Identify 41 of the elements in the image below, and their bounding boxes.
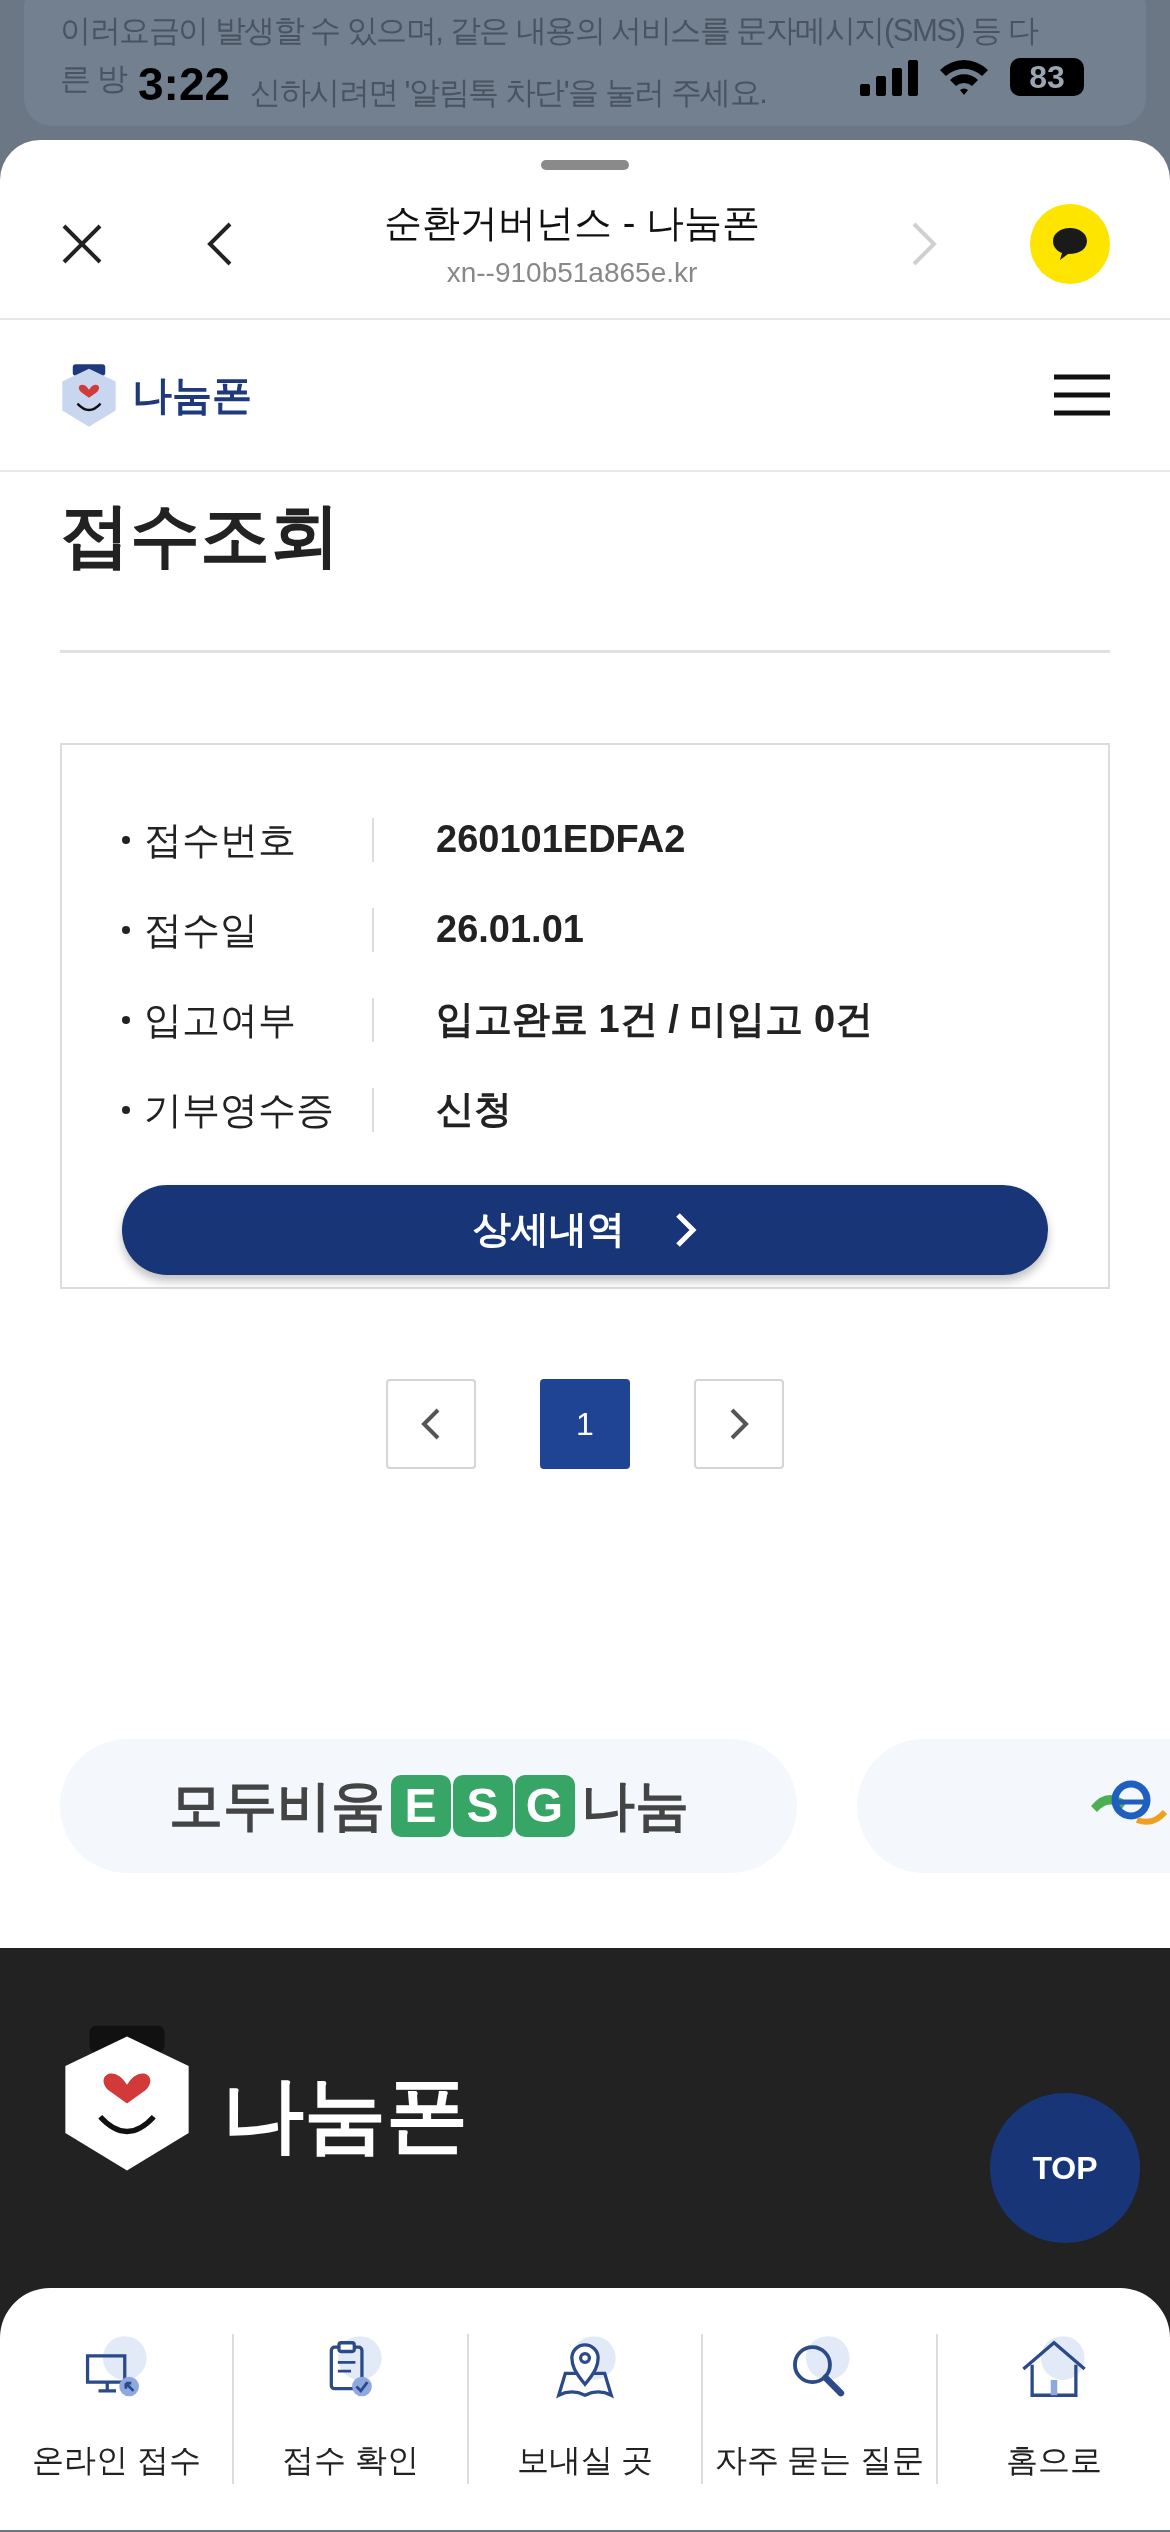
field-value: 입고완료 1건 / 미입고 0건: [436, 997, 874, 1042]
esg-letter-tile: S: [452, 1774, 513, 1837]
wifi-icon: [938, 58, 990, 96]
status-time: 3:22: [138, 57, 231, 112]
page-number-button[interactable]: 1: [540, 1378, 630, 1469]
field-label: 접수일: [144, 907, 374, 952]
chevron-right-icon: [675, 1211, 697, 1248]
details-button[interactable]: 상세내역: [122, 1184, 1048, 1275]
field-value: 신청: [436, 1087, 512, 1132]
chevron-left-icon: [421, 1406, 441, 1441]
nav-item[interactable]: 접수 확인: [234, 2333, 467, 2484]
field-label: 입고여부: [144, 997, 374, 1042]
nav-item[interactable]: 홈으로: [937, 2333, 1170, 2484]
field-value: 26.01.01: [436, 907, 584, 952]
top-button[interactable]: TOP: [990, 2092, 1140, 2243]
battery-indicator: 83: [1010, 58, 1084, 96]
chevron-right-icon: [729, 1406, 749, 1441]
esg-letter-tile: G: [514, 1774, 575, 1837]
field-value: 260101EDFA2: [436, 817, 686, 862]
site-logo-text[interactable]: 나눔폰: [132, 365, 252, 425]
browser-url: xn--910b51a865e.kr: [446, 255, 698, 290]
banner-text: 모두비움: [168, 1774, 385, 1837]
browser-title: 순환거버넌스 - 나눔폰: [384, 200, 760, 246]
esg-banner[interactable]: 모두비움 E S G 나눔: [60, 1738, 797, 1873]
menu-icon[interactable]: [1054, 374, 1110, 416]
previous-page-button[interactable]: [386, 1378, 476, 1469]
banner-text: 나눔: [580, 1774, 689, 1837]
close-icon[interactable]: [60, 222, 104, 266]
nav-item[interactable]: 보내실 곳: [468, 2333, 702, 2484]
smiley-bag-logo-icon: [60, 362, 118, 428]
esg-letter-tile: E: [390, 1774, 451, 1837]
signal-icon: [860, 60, 918, 96]
page-title: 접수조회: [60, 495, 341, 576]
footer-logo-text: 나눔폰: [222, 2067, 468, 2162]
nav-item[interactable]: 자주 묻는 질문: [703, 2333, 936, 2484]
next-page-button[interactable]: [694, 1378, 784, 1469]
nav-item[interactable]: 온라인 접수: [0, 2333, 233, 2484]
speech-bubble-icon: [1051, 226, 1089, 262]
sheet-handle[interactable]: [541, 160, 629, 170]
field-label: 접수번호: [144, 817, 374, 862]
field-label: 기부영수증: [144, 1087, 374, 1132]
